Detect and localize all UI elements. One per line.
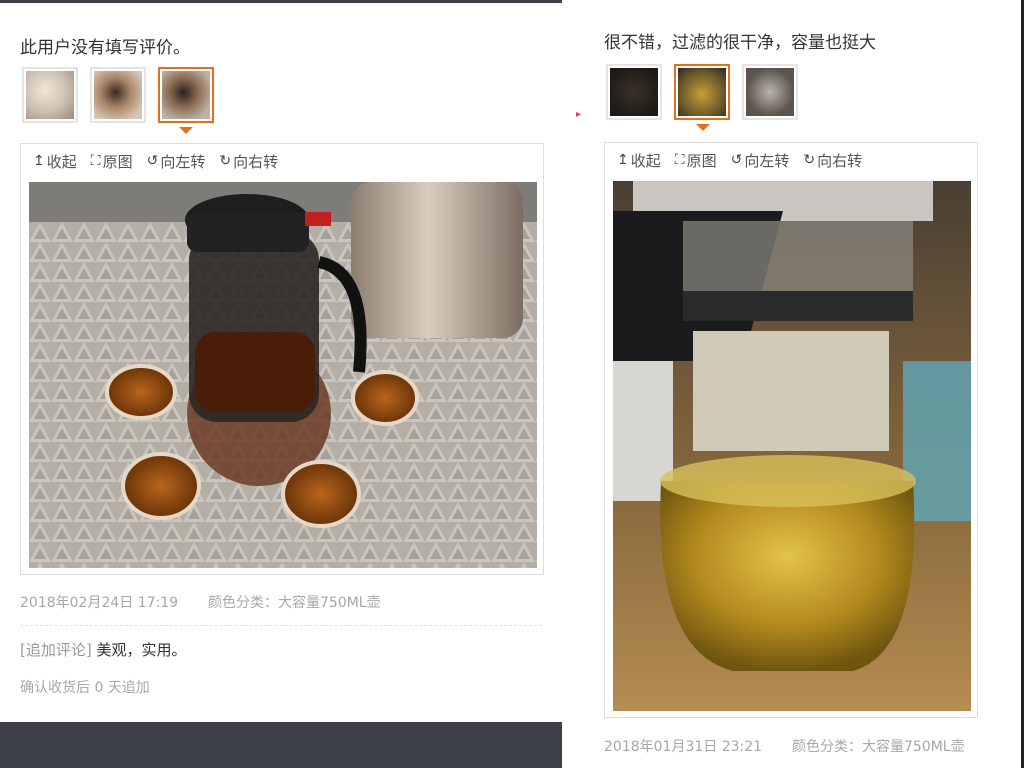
review-text: 很不错，过滤的很干净，容量也挺大 [604, 33, 876, 53]
rotate-left-button[interactable]: ↺ 向左转 [731, 150, 790, 171]
rotate-left-label: 向左转 [744, 151, 790, 170]
rotate-right-button[interactable]: ↻ 向右转 [219, 151, 278, 172]
thumbnail-image [678, 68, 726, 116]
image-viewer: ↥ 收起 ⛶ 原图 ↺ 向左转 ↻ 向右转 [604, 142, 978, 718]
thumbnail-image [26, 71, 74, 119]
collapse-arrow-icon: ↥ [33, 153, 45, 169]
rotate-left-label: 向左转 [160, 152, 206, 171]
dashed-divider [20, 625, 542, 626]
collapse-label: 收起 [46, 152, 77, 171]
rotate-right-label: 向右转 [233, 152, 279, 171]
active-thumbnail-pointer [179, 127, 193, 134]
viewer-toolbar: ↥ 收起 ⛶ 原图 ↺ 向左转 ↻ 向右转 [21, 144, 280, 178]
review-photo[interactable] [613, 181, 971, 711]
append-tag: [追加评论] [20, 641, 92, 659]
thumbnail-image [746, 68, 794, 116]
original-label: 原图 [102, 152, 133, 171]
image-viewer: ↥ 收起 ⛶ 原图 ↺ 向左转 ↻ 向右转 [20, 143, 544, 575]
original-image-button[interactable]: ⛶ 原图 [91, 151, 133, 172]
thumbnail-image [162, 71, 210, 119]
left-review-panel: 此用户没有填写评价。 ↥ 收起 ⛶ 原图 ↺ 向左转 ↻ 向右转 2018年02… [0, 0, 562, 722]
active-thumbnail-pointer [696, 124, 710, 131]
rotate-right-icon: ↻ [803, 152, 816, 168]
expand-icon: ⛶ [674, 152, 685, 168]
original-label: 原图 [686, 151, 717, 170]
original-image-button[interactable]: ⛶ 原图 [675, 150, 717, 171]
collapse-button[interactable]: ↥ 收起 [617, 150, 661, 171]
thumbnail-image [610, 68, 658, 116]
collapse-button[interactable]: ↥ 收起 [33, 151, 77, 172]
append-comment: [追加评论] 美观，实用。 [20, 639, 187, 660]
thumbnail-image [94, 71, 142, 119]
review-thumbnail-1[interactable] [606, 64, 662, 120]
collapse-label: 收起 [630, 151, 661, 170]
collapse-arrow-icon: ↥ [617, 152, 629, 168]
right-review-panel: 很不错，过滤的很干净，容量也挺大 ↥ 收起 ⛶ 原图 ↺ 向左转 ↻ 向右转 2… [576, 0, 1024, 768]
review-thumbnail-2-active[interactable] [674, 64, 730, 120]
teapot-photo-image [29, 182, 537, 568]
viewer-toolbar: ↥ 收起 ⛶ 原图 ↺ 向左转 ↻ 向右转 [605, 143, 864, 177]
rotate-right-button[interactable]: ↻ 向右转 [803, 150, 862, 171]
review-photo[interactable] [29, 182, 537, 568]
review-thumbnail-1[interactable] [22, 67, 78, 123]
panel-divider [562, 0, 576, 768]
rotate-right-label: 向右转 [817, 151, 863, 170]
append-text: 美观，实用。 [96, 641, 187, 659]
tea-pot-closeup-image [613, 181, 971, 711]
review-date: 2018年01月31日 23:21 [604, 739, 763, 755]
review-thumbnail-2[interactable] [90, 67, 146, 123]
rotate-right-icon: ↻ [219, 153, 232, 169]
rotate-left-icon: ↺ [146, 153, 159, 169]
review-thumbnail-3[interactable] [742, 64, 798, 120]
review-text: 此用户没有填写评价。 [20, 38, 190, 58]
rotate-left-icon: ↺ [730, 152, 743, 168]
expand-icon: ⛶ [90, 153, 101, 169]
review-date: 2018年02月24日 17:19 [20, 595, 179, 611]
edge-mark-icon: ▸ [576, 109, 582, 120]
rotate-left-button[interactable]: ↺ 向左转 [147, 151, 206, 172]
append-meta: 确认收货后 0 天追加 [20, 680, 150, 696]
review-sku: 颜色分类：大容量750ML壶 [208, 595, 381, 611]
review-sku: 颜色分类：大容量750ML壶 [792, 739, 965, 755]
review-thumbnail-3-active[interactable] [158, 67, 214, 123]
bottom-dark-bar [0, 722, 562, 768]
